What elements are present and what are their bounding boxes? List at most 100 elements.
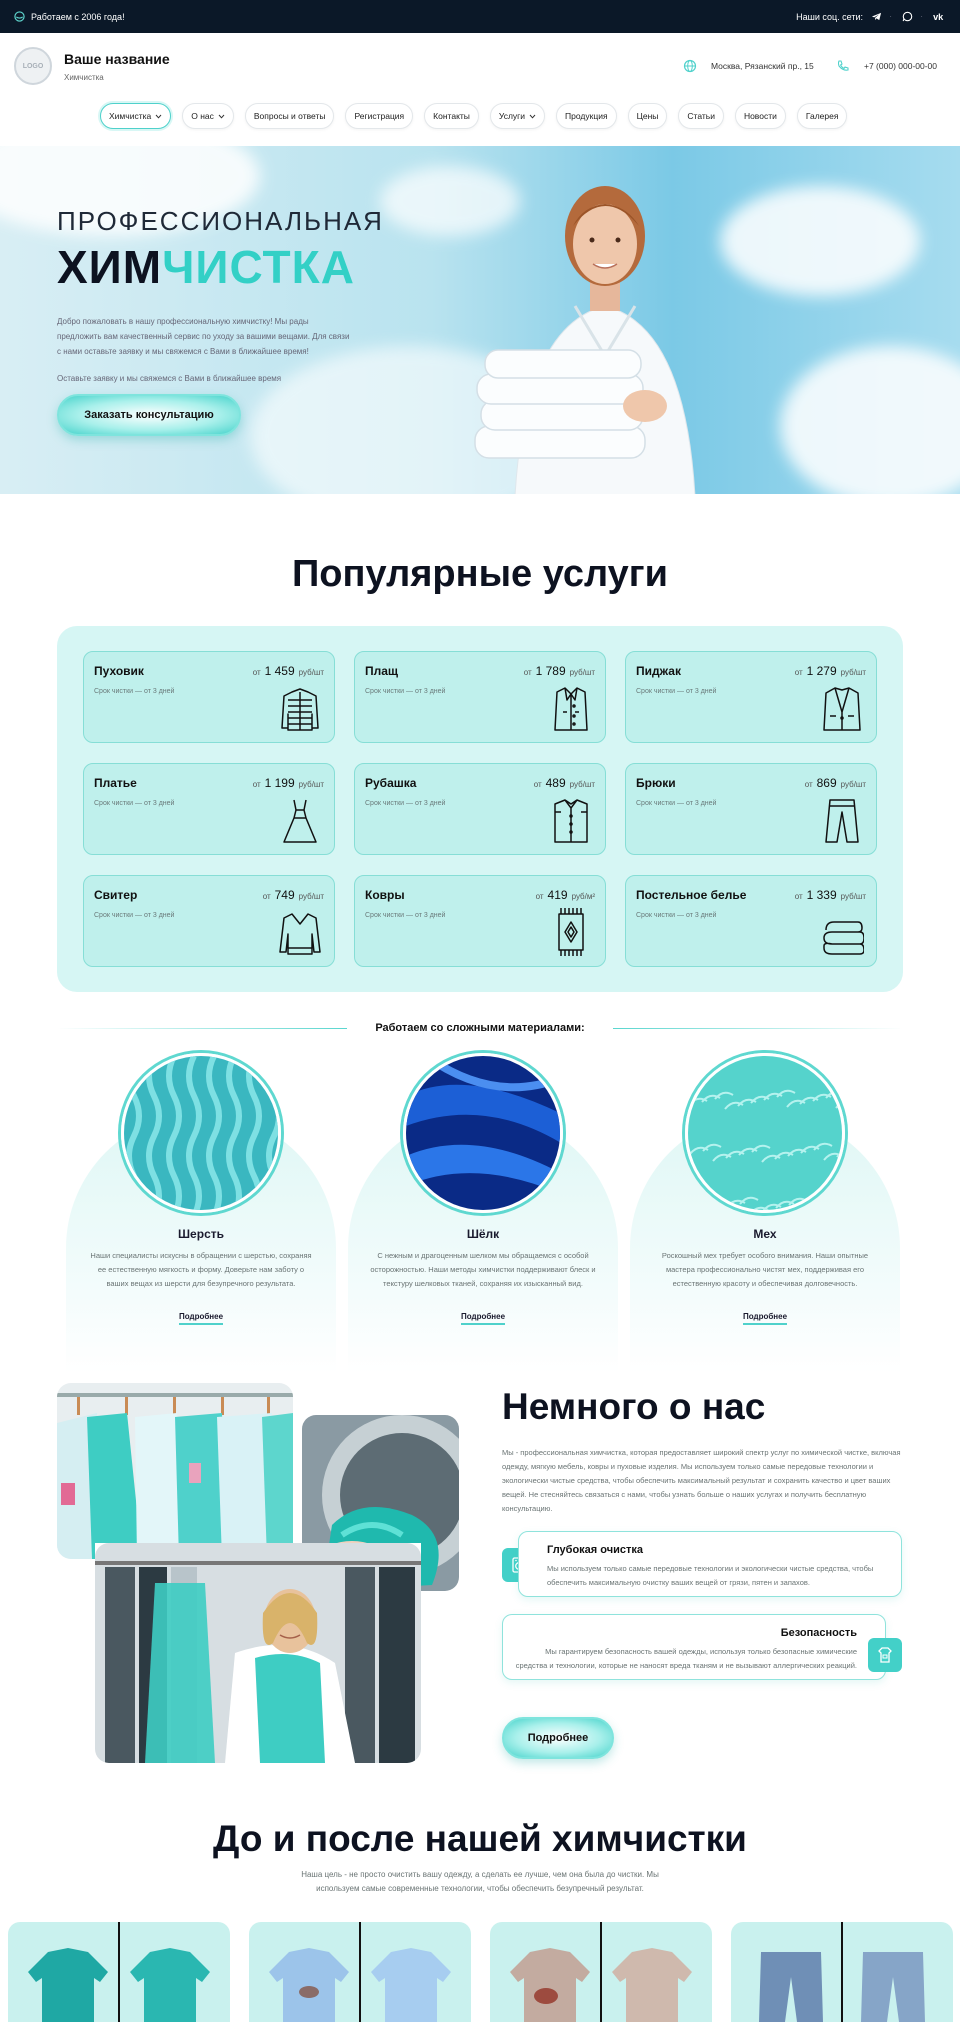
nav-item-label: Новости — [743, 111, 777, 121]
material-more-link[interactable]: Подробнее — [348, 1312, 618, 1325]
trousers-icon — [825, 799, 859, 843]
hero-woman-image — [474, 186, 696, 494]
material-more-label[interactable]: Подробнее — [460, 1312, 506, 1325]
service-card[interactable]: Пиджак от 1 279 руб/шт Срок чистки — от 3 дн… — [625, 651, 877, 743]
nav-item-label: Химчистка — [109, 111, 152, 121]
price-from: от — [794, 668, 803, 677]
silk-texture-image — [406, 1056, 560, 1210]
material-text: Роскошный мех требует особого внимания. … — [661, 1251, 869, 1288]
carpet-icon — [558, 908, 584, 956]
about-text: Мы - профессиональная химчистка, которая… — [502, 1448, 901, 1513]
wool-texture-image — [124, 1056, 278, 1210]
price-from: от — [252, 668, 261, 677]
before-after-title: До и после нашей химчистки — [213, 1818, 747, 1859]
material-card: Шёлк С нежным и драгоценным шелком мы обр… — [348, 1053, 618, 1373]
safety-icon — [868, 1638, 902, 1672]
nav-item-label: Галерея — [805, 111, 839, 121]
comparison-slider[interactable] — [600, 1922, 602, 2022]
material-image — [403, 1053, 563, 1213]
hero-section: ПРОФЕССИОНАЛЬНАЯ ХИМЧИСТКА Добро пожалов… — [0, 146, 960, 494]
price-unit: руб/шт — [298, 780, 324, 789]
material-more-label[interactable]: Подробнее — [178, 1312, 224, 1325]
nav-item[interactable]: Статьи — [678, 103, 724, 129]
nav-item[interactable]: Регистрация — [345, 103, 414, 129]
price-value: 1 339 — [806, 888, 837, 902]
service-card[interactable]: Брюки от 869 руб/шт Срок чистки — от 3 дней — [625, 763, 877, 855]
comparison-slider[interactable] — [841, 1922, 843, 2022]
consultation-button[interactable]: Заказать консультацию — [57, 394, 241, 436]
service-card[interactable]: Рубашка от 489 руб/шт Срок чистки — от 3 дне… — [354, 763, 606, 855]
since-text: Работаем с 2006 года! — [31, 11, 125, 22]
service-name: Рубашка — [365, 776, 417, 790]
materials-divider: Работаем со сложными материалами: — [57, 1022, 903, 1034]
dot-icon — [921, 16, 923, 17]
vk-icon[interactable]: vk — [933, 11, 946, 22]
fur-texture-image — [688, 1056, 842, 1210]
service-term: Срок чистки — от 3 дней — [94, 688, 175, 695]
blazer-icon — [823, 687, 861, 731]
brand-subtitle: Химчистка — [64, 73, 104, 82]
price-value: 1 459 — [264, 664, 295, 678]
price-value: 489 — [545, 776, 566, 790]
service-card[interactable]: Пуховик от 1 459 руб/шт Срок чистки — от 3 д… — [83, 651, 335, 743]
material-more-link[interactable]: Подробнее — [630, 1312, 900, 1325]
puffer-jacket-icon — [281, 688, 319, 731]
service-name: Пиджак — [636, 664, 681, 678]
nav-item-label: Статьи — [687, 111, 715, 121]
nav-item-label: Регистрация — [354, 111, 405, 121]
comparison-slider[interactable] — [359, 1922, 361, 2022]
service-card[interactable]: Плащ от 1 789 руб/шт Срок чистки — от 3 дней — [354, 651, 606, 743]
service-card[interactable]: Ковры от 419 руб/м² Срок чистки — от 3 дней — [354, 875, 606, 967]
price-from: от — [523, 668, 532, 677]
nav-item[interactable]: Вопросы и ответы — [244, 103, 335, 129]
service-price: от 749 руб/шт — [263, 888, 324, 902]
phone[interactable]: +7 (000) 000-00-00 — [864, 61, 937, 71]
sweater-icon — [279, 913, 321, 955]
feature-title: Безопасность — [780, 1627, 857, 1639]
material-text: Наши специалисты искусны в обращении с ш… — [90, 1251, 312, 1288]
material-more-label[interactable]: Подробнее — [742, 1312, 788, 1325]
phone-block[interactable]: +7 (000) 000-00-00 — [836, 59, 937, 73]
about-more-button[interactable]: Подробнее — [502, 1717, 614, 1759]
nav-item-label: Цены — [636, 111, 659, 121]
nav-item[interactable]: Новости — [734, 103, 786, 129]
logo[interactable]: LOGO — [14, 47, 52, 85]
price-value: 749 — [274, 888, 295, 902]
hero-title-accent: ЧИСТКА — [162, 241, 355, 293]
service-card[interactable]: Свитер от 749 руб/шт Срок чистки — от 3 дней — [83, 875, 335, 967]
comparison-slider[interactable] — [118, 1922, 120, 2022]
brand: Ваше название Химчистка — [64, 51, 170, 82]
nav-item[interactable]: Контакты — [424, 103, 479, 129]
telegram-icon[interactable] — [871, 11, 882, 22]
hero-title-dark: ХИМ — [57, 241, 163, 293]
price-from: от — [804, 780, 813, 789]
service-price: от 1 789 руб/шт — [524, 664, 595, 678]
material-more-link[interactable]: Подробнее — [66, 1312, 336, 1325]
service-price: от 489 руб/шт — [534, 776, 595, 790]
nav-item[interactable]: Галерея — [796, 103, 848, 129]
nav-item[interactable]: Продукция — [556, 103, 617, 129]
price-value: 419 — [547, 888, 568, 902]
nav-item[interactable]: Услуги — [489, 103, 546, 129]
site-header: LOGO Ваше название Химчистка Москва, Ряз… — [0, 33, 960, 146]
service-card[interactable]: Постельное белье от 1 339 руб/шт Срок чистки… — [625, 875, 877, 967]
before-after-jeans[interactable] — [731, 1922, 953, 2022]
price-unit: руб/шт — [569, 780, 595, 789]
service-term: Срок чистки — от 3 дней — [636, 800, 717, 807]
nav-item[interactable]: О нас — [182, 103, 234, 129]
before-after-sweater[interactable] — [490, 1922, 712, 2022]
whatsapp-icon[interactable] — [902, 11, 913, 22]
staff-woman-image — [95, 1543, 421, 1763]
nav-item[interactable]: Цены — [627, 103, 668, 129]
feature-deep-clean: Глубокая очистка Мы используем только са… — [518, 1531, 902, 1597]
materials-title: Работаем со сложными материалами: — [375, 1022, 585, 1034]
service-name: Брюки — [636, 776, 676, 790]
service-term: Срок чистки — от 3 дней — [636, 912, 717, 919]
service-card[interactable]: Платье от 1 199 руб/шт Срок чистки — от 3 дн… — [83, 763, 335, 855]
before-after-shirt[interactable] — [249, 1922, 471, 2022]
before-after-polo[interactable] — [8, 1922, 230, 2022]
nav-item[interactable]: Химчистка — [100, 103, 172, 129]
material-card: Шерсть Наши специалисты искусны в обращен… — [66, 1053, 336, 1373]
social-label: Наши соц. сети: — [796, 11, 863, 22]
chevron-down-icon — [155, 114, 162, 119]
